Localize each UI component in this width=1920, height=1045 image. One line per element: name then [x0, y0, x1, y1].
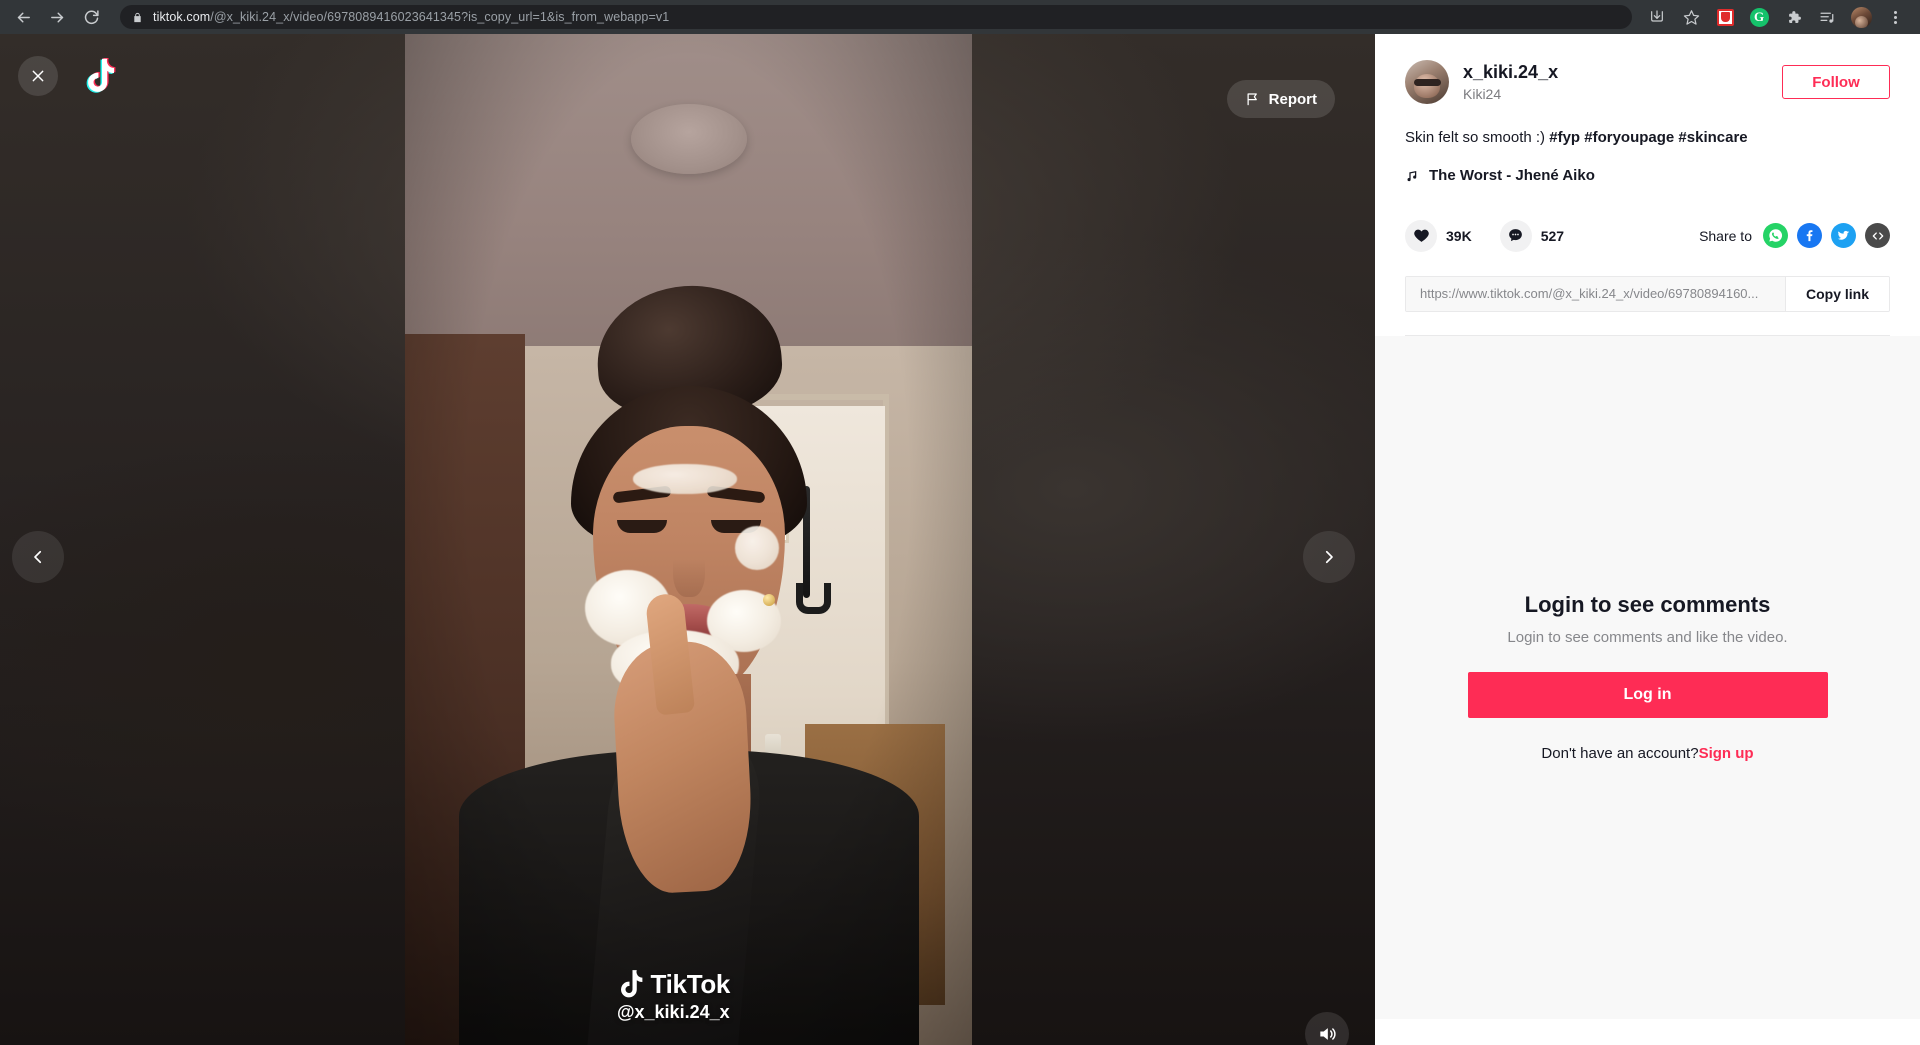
extensions-puzzle-icon[interactable] [1779, 3, 1807, 31]
browser-toolbar: tiktok.com/@x_kiki.24_x/video/6978089416… [0, 0, 1920, 34]
page-content: TikTok @x_kiki.24_x Report x_kiki.24_x K… [0, 34, 1920, 1045]
copy-link-button[interactable]: Copy link [1784, 276, 1889, 311]
whatsapp-share-icon[interactable] [1763, 223, 1788, 249]
avatar[interactable] [1405, 60, 1449, 104]
report-label: Report [1268, 90, 1317, 108]
login-title: Login to see comments [1524, 592, 1771, 618]
video-player[interactable]: TikTok @x_kiki.24_x [405, 34, 972, 1045]
url-path: /@x_kiki.24_x/video/6978089416023641345?… [210, 10, 670, 24]
chevron-right-icon [1325, 550, 1333, 564]
url-domain: tiktok.com [153, 10, 211, 24]
copy-link-row: https://www.tiktok.com/@x_kiki.24_x/vide… [1405, 275, 1890, 312]
next-video-button[interactable] [1303, 531, 1355, 583]
profile-avatar-icon[interactable] [1847, 3, 1875, 31]
login-subtitle: Login to see comments and like the video… [1507, 629, 1788, 647]
comments-login-area: Login to see comments Login to see comme… [1375, 335, 1920, 1019]
follow-button[interactable]: Follow [1782, 65, 1890, 99]
volume-on-icon [1320, 1028, 1336, 1040]
signup-link[interactable]: Sign up [1699, 745, 1754, 762]
author-nickname: Kiki24 [1463, 85, 1502, 102]
engagement-row: 39K 527 Share to [1405, 219, 1890, 252]
video-viewport: TikTok @x_kiki.24_x Report [0, 34, 1375, 1045]
watermark-brand: TikTok [650, 969, 731, 999]
three-dot-menu-icon[interactable] [1881, 3, 1909, 31]
author-row: x_kiki.24_x Kiki24 Follow [1405, 60, 1890, 104]
watermark-handle: @x_kiki.24_x [616, 1002, 730, 1022]
video-scene [405, 34, 972, 1045]
video-url-field[interactable]: https://www.tiktok.com/@x_kiki.24_x/vide… [1406, 276, 1785, 311]
comment-icon[interactable] [1499, 219, 1532, 252]
comment-stat: 527 [1499, 219, 1565, 252]
reload-icon[interactable] [76, 2, 106, 32]
previous-video-button[interactable] [12, 531, 64, 583]
facebook-share-icon[interactable] [1797, 223, 1822, 249]
signup-row: Don't have an account?Sign up [1541, 745, 1753, 762]
close-icon [32, 70, 44, 82]
embed-code-icon[interactable] [1865, 223, 1890, 249]
chevron-left-icon [34, 550, 42, 564]
share-label: Share to [1699, 227, 1752, 244]
grammarly-extension-icon[interactable]: G [1745, 3, 1773, 31]
signup-prompt: Don't have an account? [1541, 745, 1699, 763]
like-count: 39K [1446, 227, 1472, 244]
report-button[interactable]: Report [1226, 80, 1335, 118]
tiktok-logo-icon [620, 969, 642, 997]
downloads-icon[interactable] [1643, 3, 1671, 31]
toolbar-icons: G [1640, 3, 1912, 31]
address-bar[interactable]: tiktok.com/@x_kiki.24_x/video/6978089416… [120, 5, 1632, 29]
caption-hashtags[interactable]: #fyp #foryoupage #skincare [1549, 129, 1747, 146]
lock-icon [132, 11, 143, 24]
author-meta: x_kiki.24_x Kiki24 [1463, 62, 1782, 102]
like-stat: 39K [1405, 219, 1472, 252]
video-caption: Skin felt so smooth :) #fyp #foryoupage … [1405, 127, 1890, 149]
tiktok-logo-icon [86, 57, 116, 93]
flag-icon [1247, 93, 1257, 106]
video-watermark: TikTok @x_kiki.24_x [616, 969, 731, 1023]
heart-icon[interactable] [1405, 219, 1437, 252]
forward-arrow-icon[interactable] [42, 2, 72, 32]
malwarebytes-extension-icon[interactable] [1711, 3, 1739, 31]
author-username[interactable]: x_kiki.24_x [1463, 62, 1782, 84]
media-playlist-icon[interactable] [1813, 3, 1841, 31]
comment-count: 527 [1540, 227, 1565, 244]
share-group: Share to [1699, 223, 1890, 249]
twitter-share-icon[interactable] [1831, 223, 1856, 249]
login-button[interactable]: Log in [1467, 672, 1828, 719]
video-info-panel: x_kiki.24_x Kiki24 Follow Skin felt so s… [1375, 34, 1920, 1045]
close-button[interactable] [18, 56, 58, 96]
bookmark-star-icon[interactable] [1677, 3, 1705, 31]
back-arrow-icon[interactable] [8, 2, 38, 32]
music-title: The Worst - Jhené Aiko [1429, 166, 1595, 184]
panel-header: x_kiki.24_x Kiki24 Follow Skin felt so s… [1375, 34, 1920, 336]
tiktok-home-button[interactable] [80, 56, 120, 96]
music-note-icon [1407, 170, 1417, 181]
music-row[interactable]: The Worst - Jhené Aiko [1405, 167, 1890, 184]
caption-text: Skin felt so smooth :) [1405, 129, 1550, 146]
address-bar-text: tiktok.com/@x_kiki.24_x/video/6978089416… [153, 10, 669, 24]
